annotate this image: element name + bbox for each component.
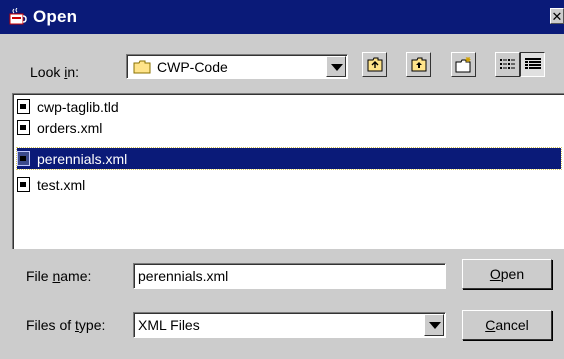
list-item[interactable]: orders.xml xyxy=(17,117,104,138)
home-button[interactable] xyxy=(406,52,431,77)
file-name: cwp-taglib.tld xyxy=(37,98,119,115)
list-item[interactable]: cwp-taglib.tld xyxy=(17,96,121,117)
file-name: test.xml xyxy=(37,176,86,193)
list-item[interactable]: test.xml xyxy=(17,174,87,195)
files-of-type-combo[interactable]: XML Files xyxy=(133,312,446,338)
file-list[interactable]: cwp-taglib.tld orders.xml perennials.xml… xyxy=(12,93,564,249)
up-folder-icon xyxy=(367,57,383,75)
close-icon: ✕ xyxy=(551,9,563,24)
file-name: perennials.xml xyxy=(37,150,128,167)
list-view-button[interactable] xyxy=(495,52,520,77)
files-of-type-value: XML Files xyxy=(138,317,200,333)
up-folder-button[interactable] xyxy=(362,52,387,77)
open-button[interactable]: Open xyxy=(462,259,552,289)
file-icon xyxy=(17,120,30,135)
file-name: orders.xml xyxy=(37,119,103,136)
chevron-down-icon[interactable] xyxy=(424,314,444,336)
open-dialog: Open ✕ Look in: CWP-Code cwp-taglib.tld … xyxy=(0,0,564,359)
details-view-icon xyxy=(525,58,541,74)
files-of-type-label: Files of type: xyxy=(26,317,106,333)
file-icon xyxy=(17,177,30,192)
look-in-label: Look in: xyxy=(30,64,80,80)
java-cup-icon xyxy=(9,7,27,26)
details-view-button[interactable] xyxy=(520,52,545,77)
close-button[interactable]: ✕ xyxy=(550,8,564,24)
title-bar[interactable]: Open ✕ xyxy=(0,0,564,34)
new-folder-button[interactable] xyxy=(451,52,476,77)
file-icon xyxy=(17,99,30,114)
window-title: Open xyxy=(33,7,78,26)
file-name-input[interactable] xyxy=(133,263,446,289)
folder-icon xyxy=(133,60,151,77)
new-folder-icon xyxy=(455,56,473,76)
look-in-combo[interactable]: CWP-Code xyxy=(126,54,348,79)
look-in-value: CWP-Code xyxy=(157,58,228,75)
file-name-label: File name: xyxy=(26,268,92,284)
cancel-button[interactable]: Cancel xyxy=(462,310,552,340)
file-icon xyxy=(17,151,30,166)
list-view-icon xyxy=(500,58,516,74)
list-item-selected[interactable]: perennials.xml xyxy=(16,147,562,170)
home-icon xyxy=(411,57,427,75)
chevron-down-icon[interactable] xyxy=(326,56,346,77)
